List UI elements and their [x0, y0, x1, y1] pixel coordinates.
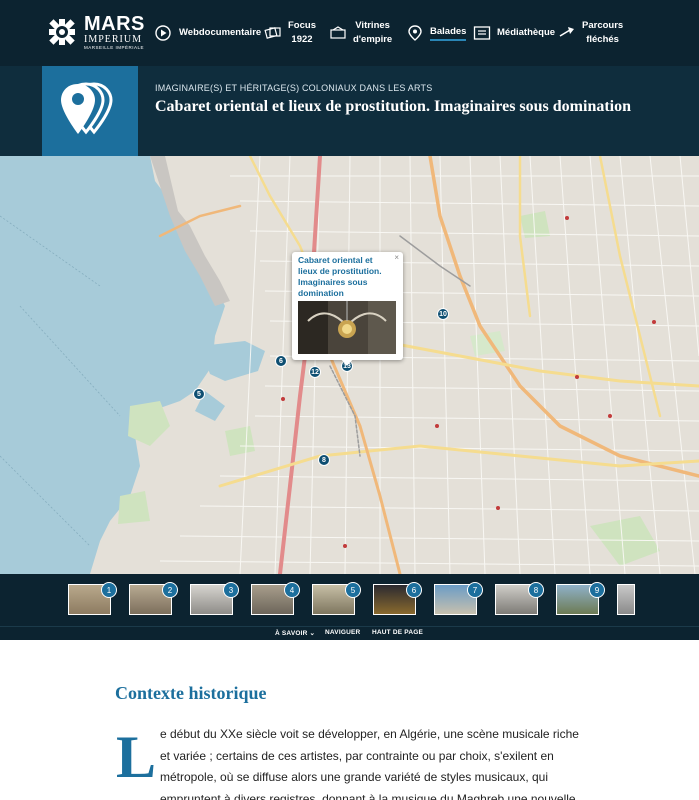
media-icon: [473, 26, 491, 40]
stop-number[interactable]: 7: [467, 582, 483, 598]
popup-pointer: [340, 358, 354, 366]
popup-title[interactable]: Cabaret oriental et lieux de prostitutio…: [298, 255, 394, 299]
body-paragraph: e début du XXe siècle voit se développer…: [160, 727, 579, 800]
map-marker[interactable]: 6: [275, 355, 287, 367]
popup-photo[interactable]: [298, 301, 396, 354]
nav-label: Focus 1922: [288, 20, 316, 45]
map-marker[interactable]: 8: [318, 454, 330, 466]
arrow-icon: [559, 27, 574, 37]
stop-number[interactable]: 8: [528, 582, 544, 598]
nav-mediatheque[interactable]: Médiathèque: [473, 0, 555, 66]
top-navigation: MARS IMPERIUM MARSEILLE IMPÉRIALE Webdoc…: [0, 0, 699, 66]
nav-label: Balades: [430, 25, 467, 42]
stop-number[interactable]: 2: [162, 582, 178, 598]
walk-map[interactable]: 5 6 8 10 12 13 × Cabaret oriental et lie…: [0, 156, 699, 574]
nav-label: Vitrines d'empire: [353, 20, 393, 45]
nav-parcours-fleches[interactable]: Parcours fléchés: [558, 0, 623, 66]
stop-thumbnail[interactable]: [617, 584, 635, 615]
a-savoir-link[interactable]: À SAVOIR ⌄: [275, 629, 315, 637]
drop-cap: L: [116, 724, 157, 790]
stop-number[interactable]: 9: [589, 582, 605, 598]
map-marker[interactable]: 5: [193, 388, 205, 400]
map-pin-icon: [408, 25, 422, 41]
map-marker[interactable]: 12: [309, 366, 321, 378]
stop-number[interactable]: 5: [345, 582, 361, 598]
sub-navigation: À SAVOIR ⌄ NAVIGUER HAUT DE PAGE: [0, 626, 699, 640]
nav-balades[interactable]: Balades: [406, 0, 467, 66]
page-title: Cabaret oriental et lieux de prostitutio…: [155, 98, 632, 115]
logo-subtitle: IMPERIUM: [84, 33, 143, 45]
nav-focus-1922[interactable]: Focus 1922: [264, 0, 316, 66]
site-logo[interactable]: MARS IMPERIUM MARSEILLE IMPÉRIALE: [45, 12, 145, 52]
stop-number[interactable]: 3: [223, 582, 239, 598]
naviguer-link[interactable]: NAVIGUER: [325, 629, 360, 636]
nav-label: Médiathèque: [497, 27, 556, 39]
pins-icon: [42, 66, 138, 156]
map-marker[interactable]: 10: [437, 308, 449, 320]
nav-label: Webdocumentaire: [179, 27, 262, 39]
nav-label: Parcours fléchés: [582, 20, 624, 45]
nav-vitrines-empire[interactable]: Vitrines d'empire: [329, 0, 392, 66]
banner-kicker: IMAGINAIRE(S) ET HÉRITAGE(S) COLONIAUX D…: [155, 83, 433, 93]
play-icon: [155, 25, 171, 41]
stop-carousel: 1 2 3 4 5 6 7 8 9: [0, 574, 699, 626]
section-heading: Contexte historique: [115, 683, 267, 703]
vitrine-icon: [330, 26, 346, 39]
logo-tagline: MARSEILLE IMPÉRIALE: [84, 44, 145, 50]
nav-webdocumentaire[interactable]: Webdocumentaire: [155, 0, 261, 66]
haut-de-page-link[interactable]: HAUT DE PAGE: [372, 629, 423, 636]
cards-icon: [264, 27, 281, 39]
stop-number[interactable]: 4: [284, 582, 300, 598]
walk-banner: IMAGINAIRE(S) ET HÉRITAGE(S) COLONIAUX D…: [0, 66, 699, 156]
logo-title: MARS: [84, 12, 145, 35]
stop-number[interactable]: 6: [406, 582, 422, 598]
stop-number[interactable]: 1: [101, 582, 117, 598]
map-popup[interactable]: × Cabaret oriental et lieux de prostitut…: [292, 252, 403, 360]
logo-icon: [45, 15, 79, 49]
popup-close-button[interactable]: ×: [394, 253, 399, 262]
